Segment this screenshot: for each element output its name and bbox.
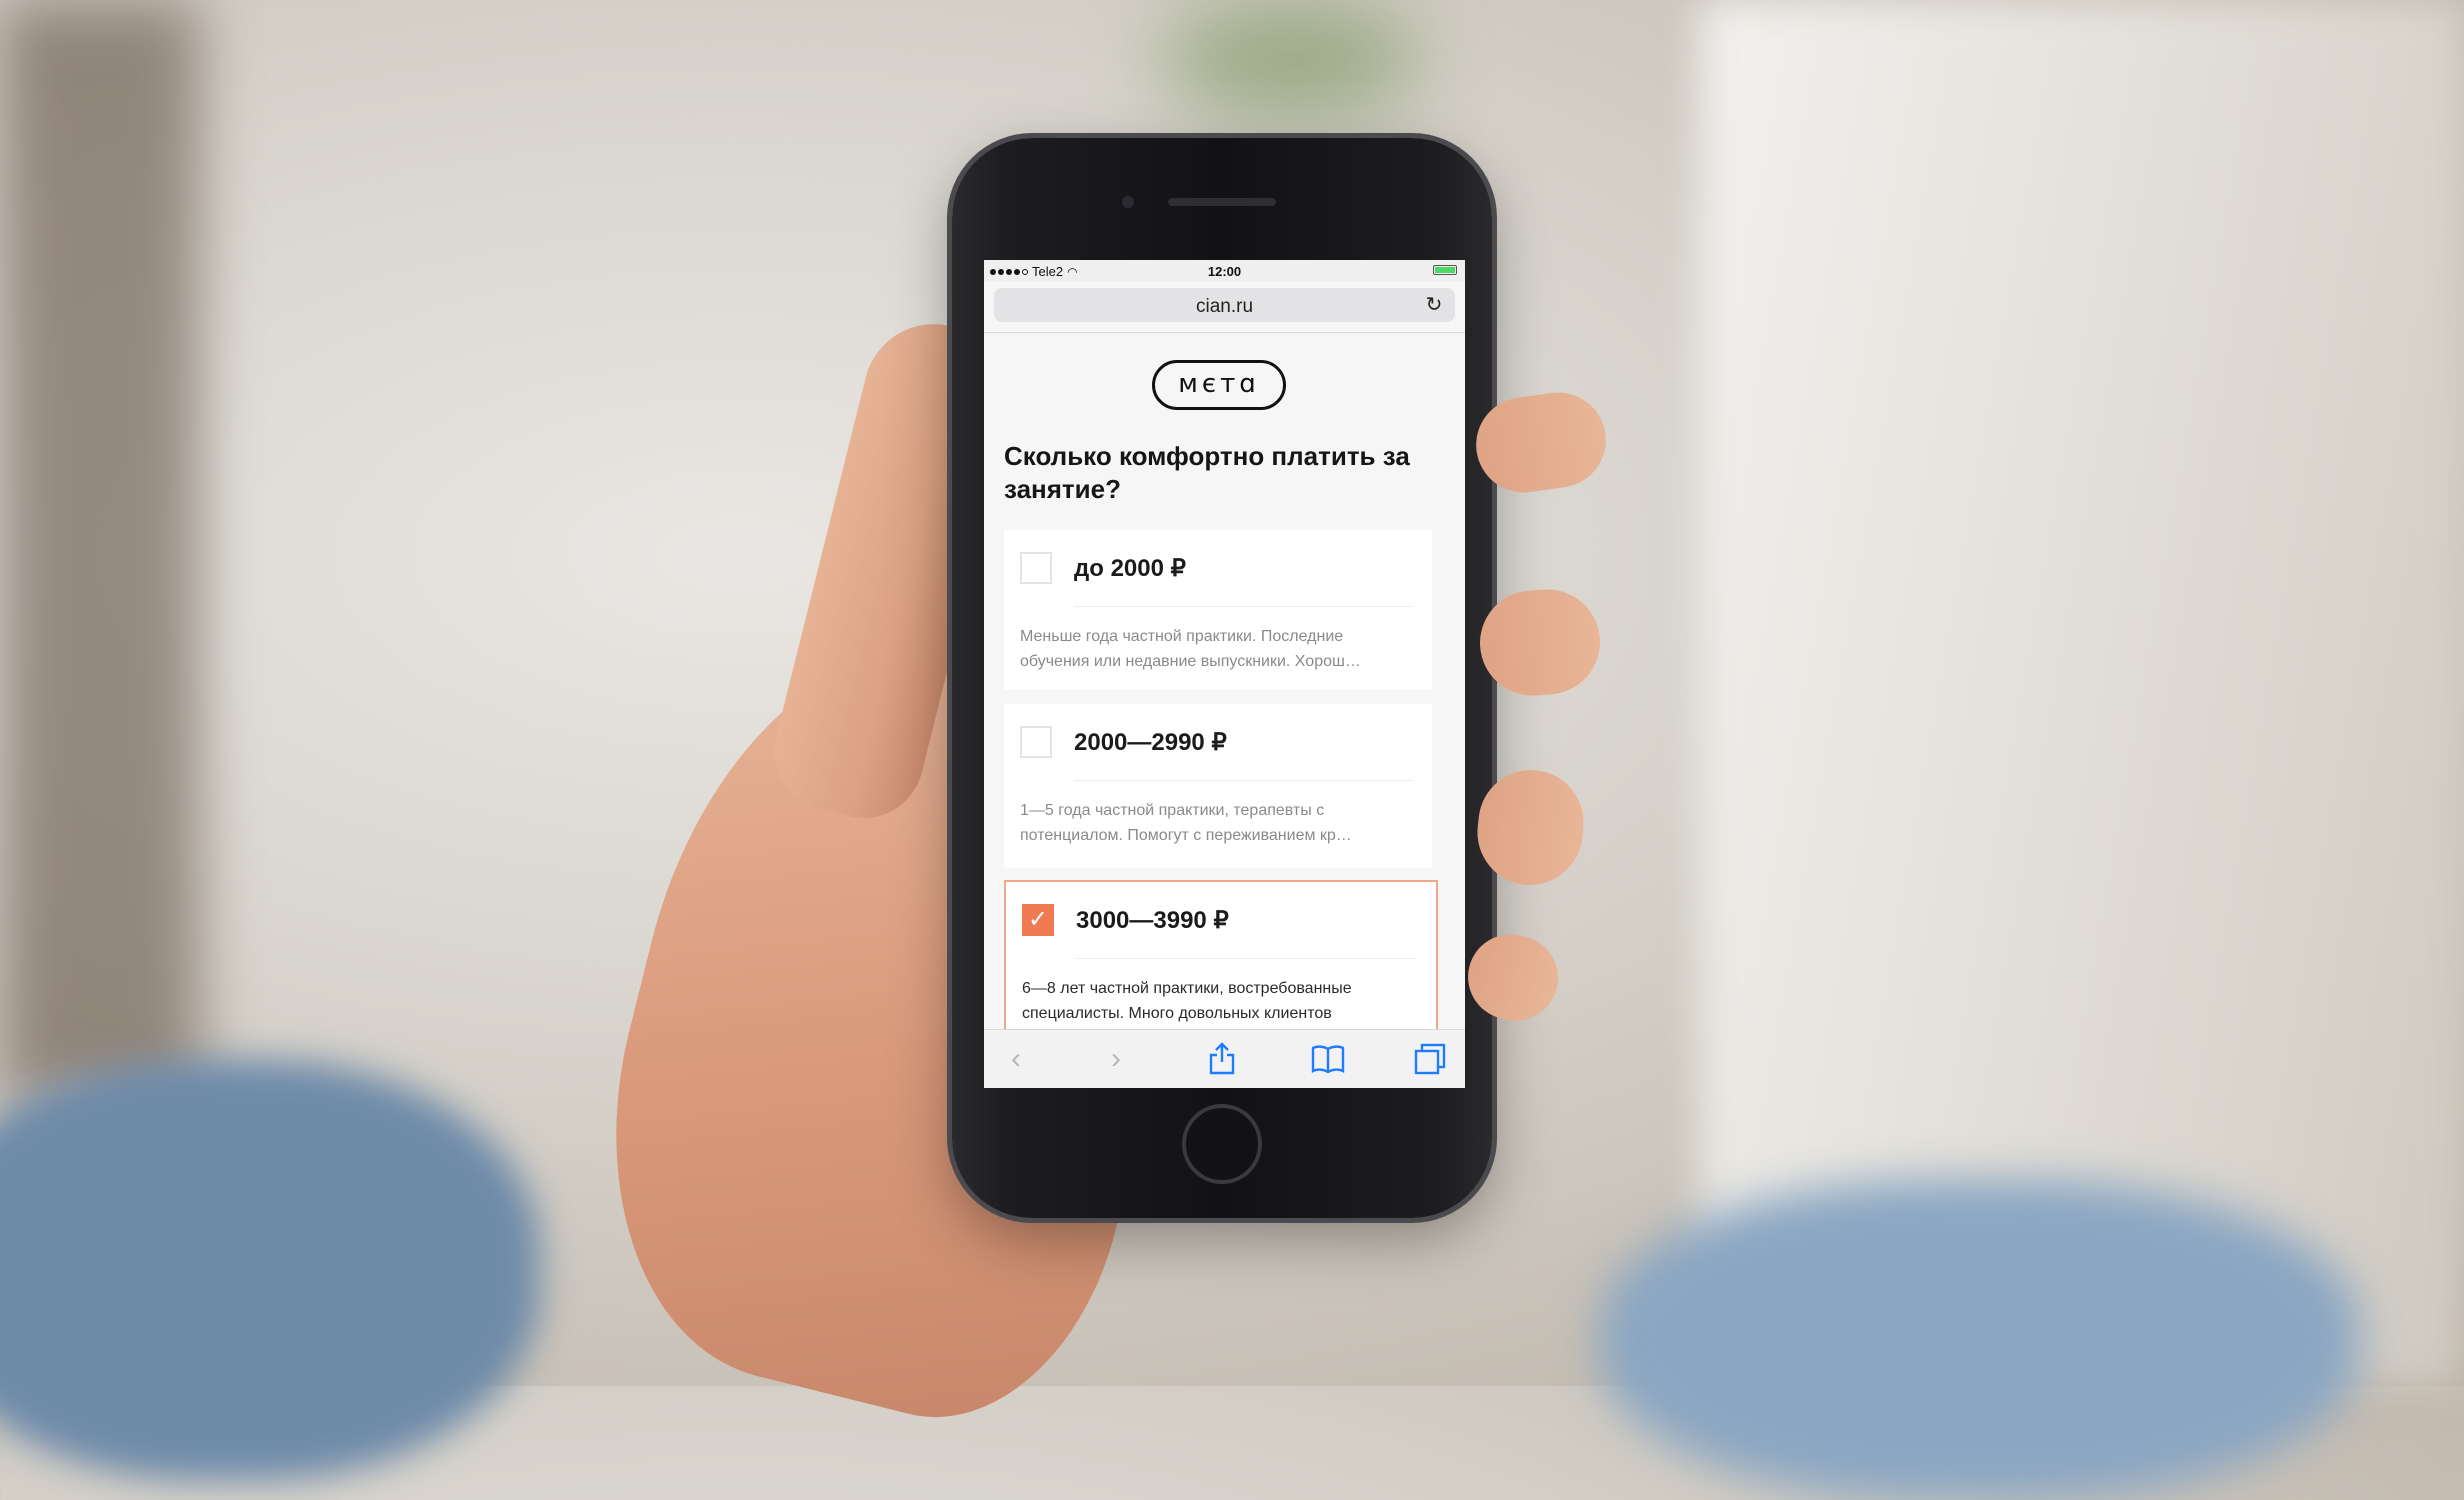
tabs-icon[interactable] bbox=[1410, 1040, 1450, 1078]
status-bar: Tele2 ◠ 12:00 bbox=[984, 260, 1465, 282]
status-time: 12:00 bbox=[1207, 264, 1242, 279]
background-knee-left bbox=[0, 1060, 540, 1480]
site-logo[interactable]: мєтɑ bbox=[1152, 360, 1286, 410]
checkbox-checked[interactable]: ✓ bbox=[1022, 904, 1054, 936]
option-card-selected[interactable]: ✓ 3000—3990 ₽ 6—8 лет частной практики, … bbox=[1004, 880, 1438, 1040]
forward-icon[interactable]: › bbox=[1096, 1040, 1136, 1078]
divider bbox=[1076, 958, 1416, 959]
divider bbox=[1074, 780, 1412, 781]
bookmarks-icon[interactable] bbox=[1308, 1040, 1348, 1078]
background-knee-right bbox=[1600, 1180, 2360, 1500]
checkmark-icon: ✓ bbox=[1027, 906, 1049, 933]
option-description: 6—8 лет частной практики, востребованные… bbox=[1022, 980, 1352, 1022]
battery-icon bbox=[1433, 265, 1457, 275]
front-camera bbox=[1122, 196, 1134, 208]
option-label: 2000—2990 ₽ bbox=[1074, 729, 1227, 756]
option-label: до 2000 ₽ bbox=[1074, 555, 1186, 582]
option-label: 3000—3990 ₽ bbox=[1076, 907, 1229, 934]
background-plant bbox=[1160, 0, 1420, 120]
option-card[interactable]: до 2000 ₽ Меньше года частной практики. … bbox=[1004, 530, 1432, 690]
page-question: Сколько комфортно платить за занятие? bbox=[1004, 441, 1410, 504]
share-icon[interactable] bbox=[1202, 1040, 1242, 1078]
url-text: cian.ru bbox=[1195, 296, 1254, 317]
option-card[interactable]: 2000—2990 ₽ 1—5 года частной практики, т… bbox=[1004, 704, 1432, 868]
divider bbox=[1074, 606, 1412, 607]
checkbox[interactable] bbox=[1020, 552, 1052, 584]
option-description: Меньше года частной практики. Последние … bbox=[1020, 628, 1361, 670]
phone-screen: Tele2 ◠ 12:00 cian.ru ↻ мєтɑ Сколько ком… bbox=[984, 260, 1465, 1088]
background-bookshelf bbox=[0, 0, 200, 1100]
finger-middle bbox=[1476, 585, 1604, 700]
phone: Tele2 ◠ 12:00 cian.ru ↻ мєтɑ Сколько ком… bbox=[952, 138, 1492, 1218]
browser-toolbar: ‹ › bbox=[984, 1029, 1465, 1088]
reload-icon[interactable]: ↻ bbox=[1423, 294, 1445, 316]
checkbox[interactable] bbox=[1020, 726, 1052, 758]
address-bar[interactable]: cian.ru ↻ bbox=[994, 288, 1455, 322]
earpiece-speaker bbox=[1168, 198, 1276, 206]
divider bbox=[984, 332, 1465, 333]
back-icon[interactable]: ‹ bbox=[996, 1040, 1036, 1078]
option-description: 1—5 года частной практики, терапевты с п… bbox=[1020, 802, 1352, 844]
background-window bbox=[1700, 0, 2464, 1386]
home-button[interactable] bbox=[1182, 1104, 1262, 1184]
